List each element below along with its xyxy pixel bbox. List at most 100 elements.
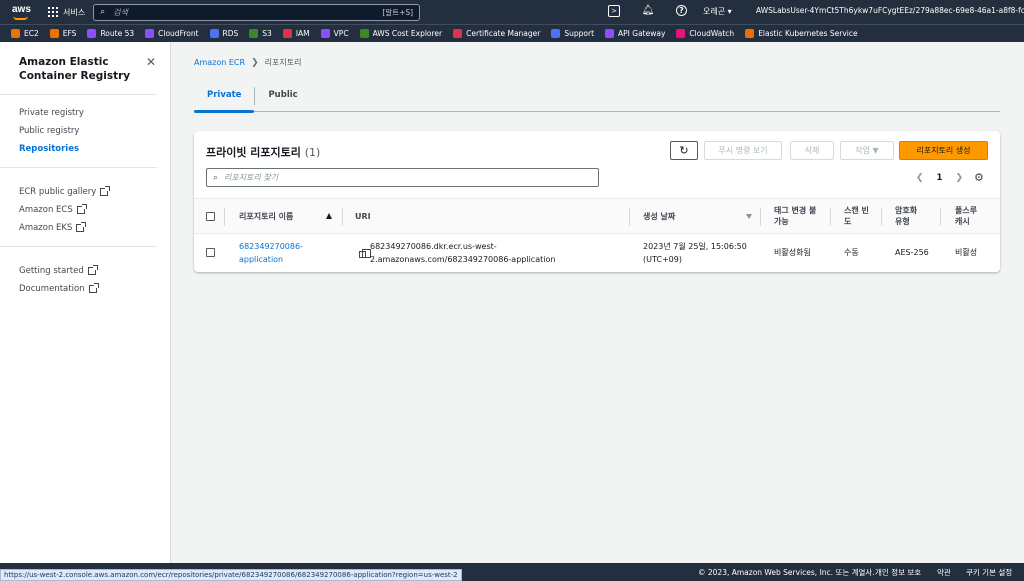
tag-immutability-value: 비활성화됨 <box>774 248 811 257</box>
search-shortcut: [알트+S] <box>382 7 414 17</box>
sort-icon[interactable] <box>746 214 752 219</box>
favorite-vpc[interactable]: VPC <box>320 29 349 38</box>
external-link-icon <box>76 204 87 214</box>
chevron-right-icon[interactable]: ❯ <box>955 173 963 183</box>
favorite-cloudwatch[interactable]: CloudWatch <box>676 29 734 38</box>
column-divider <box>342 208 343 226</box>
gear-icon[interactable]: ⚙ <box>974 171 984 184</box>
favorite-s3[interactable]: S3 <box>249 29 272 38</box>
row-checkbox[interactable] <box>206 248 215 257</box>
favorite-label: Route 53 <box>100 29 135 38</box>
sidebar-item-label: Amazon EKS <box>19 223 73 233</box>
favorite-aws-cost-explorer[interactable]: AWS Cost Explorer <box>359 29 443 38</box>
service-icon <box>249 29 259 38</box>
page-title: 프라이빗 리포지토리 (1) <box>206 144 320 160</box>
create-repository-button[interactable]: 리포지토리 생성 <box>899 141 988 160</box>
column-header-encryption[interactable]: 암호화 유형 <box>895 205 925 227</box>
service-icon <box>145 29 155 38</box>
favorite-label: AWS Cost Explorer <box>372 29 443 38</box>
global-search[interactable]: ⌕ [알트+S] <box>93 3 421 21</box>
favorite-label: EFS <box>62 29 77 38</box>
pull-through-cache-value: 비활성 <box>955 248 978 257</box>
service-icon <box>605 29 615 38</box>
external-link-icon <box>87 265 98 275</box>
sidebar-item-repositories[interactable]: Repositories <box>19 144 79 154</box>
favorite-label: Elastic Kubernetes Service <box>758 29 858 38</box>
service-icon <box>87 29 97 38</box>
sort-ascending-icon[interactable] <box>326 213 332 219</box>
notifications-bell-icon[interactable]: 🔔︎ <box>641 4 655 18</box>
sidebar-item-label: ECR public gallery <box>19 187 97 197</box>
service-icon <box>49 29 59 38</box>
favorite-label: IAM <box>295 29 310 38</box>
favorite-label: CloudFront <box>158 29 199 38</box>
help-icon[interactable]: ? <box>676 5 687 16</box>
select-all-checkbox[interactable] <box>206 212 215 221</box>
repository-name-link[interactable]: 682349270086-application <box>239 240 319 266</box>
account-menu[interactable]: AWSLabsUser-4YmCt5Th6ykw7uFCygtEEz/279a8… <box>756 6 1024 15</box>
sidebar-item-documentation[interactable]: Documentation <box>19 283 99 294</box>
delete-button[interactable]: 삭제 <box>790 141 834 160</box>
repository-count: (1) <box>304 146 321 159</box>
column-divider <box>224 208 225 226</box>
service-icon <box>453 29 463 38</box>
sidebar-item-private-registry[interactable]: Private registry <box>19 108 84 118</box>
sidebar-item-ecr-public-gallery[interactable]: ECR public gallery <box>19 186 111 197</box>
actions-dropdown[interactable]: 작업 ▼ <box>840 141 894 160</box>
region-selector[interactable]: 오레곤 ▾ <box>703 6 732 17</box>
column-header-pull-through-cache[interactable]: 풀스루 캐시 <box>955 205 985 227</box>
favorite-ec2[interactable]: EC2 <box>11 29 39 38</box>
column-header-scan-frequency[interactable]: 스캔 빈도 <box>844 205 870 227</box>
registry-tabs: Private Public <box>194 84 1000 113</box>
aws-logo[interactable]: aws <box>10 3 32 21</box>
sidebar-item-amazon-ecs[interactable]: Amazon ECS <box>19 204 87 215</box>
service-icon <box>551 29 561 38</box>
global-search-input[interactable] <box>113 7 383 17</box>
scan-frequency-value: 수동 <box>844 248 859 257</box>
sidebar-item-amazon-eks[interactable]: Amazon EKS <box>19 222 87 233</box>
column-header-uri[interactable]: URI <box>355 211 371 222</box>
favorite-certificate-manager[interactable]: Certificate Manager <box>453 29 540 38</box>
terms-link[interactable]: 약관 <box>937 567 951 578</box>
refresh-button[interactable]: ↻ <box>670 141 698 160</box>
favorite-rds[interactable]: RDS <box>209 29 238 38</box>
column-header-created[interactable]: 생성 날짜 <box>643 211 675 222</box>
cookie-preferences-link[interactable]: 쿠키 기본 설정 <box>966 567 1012 578</box>
copy-icon[interactable] <box>359 249 371 258</box>
column-header-tag-immutability[interactable]: 태그 변경 불가능 <box>774 205 822 227</box>
column-divider <box>830 208 831 226</box>
services-menu-button[interactable]: 서비스 <box>48 7 85 18</box>
tab-private[interactable]: Private <box>194 84 255 113</box>
external-link-icon <box>76 222 87 232</box>
favorite-cloudfront[interactable]: CloudFront <box>145 29 199 38</box>
favorite-iam[interactable]: IAM <box>282 29 310 38</box>
sidebar-divider <box>0 246 157 247</box>
favorite-api-gateway[interactable]: API Gateway <box>605 29 665 38</box>
nav-icon-group: > 🔔︎ ? <box>608 4 687 18</box>
tab-public[interactable]: Public <box>255 84 310 112</box>
sidebar-item-getting-started[interactable]: Getting started <box>19 265 98 276</box>
view-push-commands-button[interactable]: 푸시 명령 보기 <box>704 141 782 160</box>
column-divider <box>629 208 630 226</box>
sidebar-item-label: Getting started <box>19 266 84 276</box>
pagination: ❮ 1 ❯ <box>916 173 963 183</box>
chevron-left-icon[interactable]: ❮ <box>916 173 924 183</box>
aws-smile-icon <box>13 16 28 20</box>
breadcrumb-amazon-ecr[interactable]: Amazon ECR <box>194 58 245 67</box>
sidebar-item-public-registry[interactable]: Public registry <box>19 126 79 136</box>
service-icon <box>320 29 330 38</box>
repository-search-input[interactable] <box>224 173 592 182</box>
column-divider <box>881 208 882 226</box>
column-header-name[interactable]: 리포지토리 이름 <box>239 211 293 222</box>
cloudshell-icon[interactable]: > <box>608 5 620 17</box>
favorite-elastic-kubernetes-service[interactable]: Elastic Kubernetes Service <box>745 29 858 38</box>
close-icon[interactable]: ✕ <box>146 55 156 69</box>
page-number[interactable]: 1 <box>937 173 943 183</box>
favorite-support[interactable]: Support <box>551 29 594 38</box>
repository-filter[interactable]: ⌕ <box>206 168 599 187</box>
created-date: 2023년 7월 25일, 15:06:50 (UTC+09) <box>643 242 747 264</box>
favorite-efs[interactable]: EFS <box>49 29 77 38</box>
favorite-route-53[interactable]: Route 53 <box>87 29 134 38</box>
privacy-link[interactable]: 개인 정보 보호 <box>875 567 921 578</box>
favorite-label: S3 <box>262 29 272 38</box>
